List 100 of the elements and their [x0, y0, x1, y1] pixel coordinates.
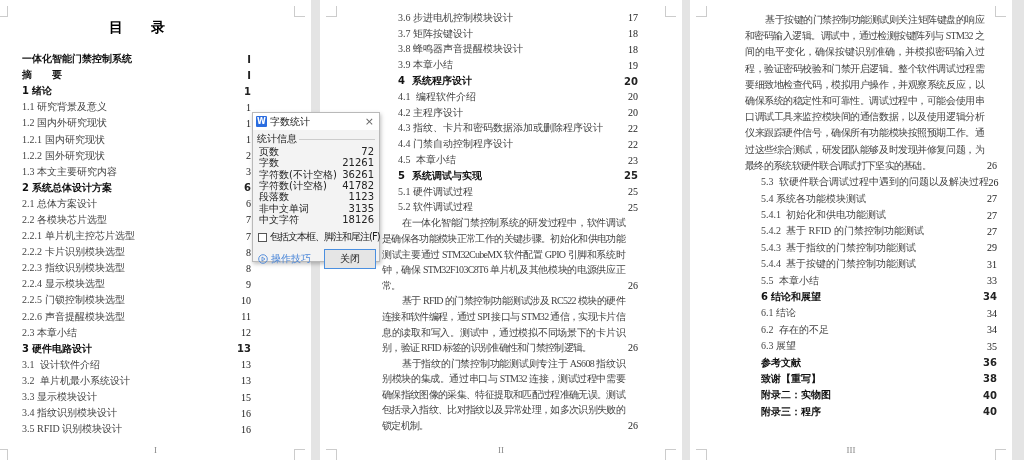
page-number: 1: [246, 101, 251, 113]
page-footer: III: [846, 445, 856, 455]
page-number: 22: [628, 138, 638, 150]
crop-mark: [696, 6, 707, 17]
toc-entry[interactable]: 2.2.3 指纹识别模块选型: [22, 261, 125, 276]
page-number: 16: [241, 407, 251, 419]
page-number: 11: [241, 311, 251, 323]
toc-entry[interactable]: 3.4 指纹识别模块设计: [22, 406, 117, 421]
toc-entry[interactable]: 2.2.4 显示模块选型: [22, 277, 105, 292]
toc-entry[interactable]: 3 硬件电路设计: [22, 341, 93, 356]
toc-entry[interactable]: 1.3 本文主要研究内容: [22, 164, 117, 179]
toc-entry[interactable]: 4.3 指纹、卡片和密码数据添加或删除程序设计: [398, 121, 603, 136]
toc-entry[interactable]: 2.2.1 单片机主控芯片选型: [22, 229, 135, 244]
toc-entry[interactable]: 3.3 显示模块设计: [22, 390, 97, 404]
page-number: 35: [987, 340, 997, 352]
toc-entry[interactable]: 3.1 设计软件介绍: [22, 357, 100, 372]
toc-entry[interactable]: 3.7 矩阵按键设计: [398, 26, 473, 41]
page-number: 20: [624, 75, 638, 87]
page-number: 34: [983, 291, 997, 303]
toc-entry[interactable]: 5 系统调试与实现: [398, 168, 482, 183]
toc-entry[interactable]: 一体化智能门禁控制系统: [22, 52, 132, 67]
toc-entry[interactable]: 5.5 本章小结: [761, 273, 819, 288]
page-number: I: [247, 69, 251, 81]
toc-entry[interactable]: 2.2.6 声音提醒模块选型: [22, 309, 125, 324]
toc-entry[interactable]: 2.1 总体方案设计: [22, 196, 97, 211]
crop-mark: [696, 449, 707, 460]
toc-entry[interactable]: 摘 要: [22, 68, 62, 83]
stat-label: 字符数(不计空格): [259, 168, 337, 180]
group-label: 统计信息: [257, 132, 297, 146]
stat-label: 页数: [259, 146, 279, 158]
toc-entry[interactable]: 4.2 主程序设计: [398, 105, 463, 120]
toc-entry[interactable]: 6.2 存在的不足: [761, 322, 829, 337]
toc-entry[interactable]: 1.1 研究背景及意义: [22, 100, 107, 115]
toc-entry[interactable]: 3.6 步进电机控制模块设计: [398, 10, 513, 25]
toc-entry[interactable]: 5.4 系统各功能模块测试: [761, 191, 866, 206]
toc-entry[interactable]: 4.4 门禁自动控制程序设计: [398, 137, 513, 152]
toc-entry[interactable]: 5.4.4 基于按键的门禁控制功能测试: [761, 257, 916, 272]
toc-entry[interactable]: 4.5 本章小结: [398, 153, 456, 168]
page-number: 25: [628, 201, 638, 213]
close-dialog-button[interactable]: 关闭: [324, 249, 376, 270]
toc-entry[interactable]: 6.1 结论: [761, 306, 796, 321]
page-number: 26: [987, 158, 997, 173]
page-number: 27: [987, 209, 997, 221]
toc-entry[interactable]: 5.2 软件调试过程: [398, 200, 473, 215]
toc-entry[interactable]: 2.2.5 门锁控制模块选型: [22, 293, 125, 308]
toc-entry[interactable]: 5.4.1 初始化和供电功能测试: [761, 208, 886, 222]
toc-entry[interactable]: 3.9 本章小结: [398, 58, 453, 73]
toc-entry[interactable]: 2 系统总体设计方案: [22, 180, 113, 195]
toc-entry[interactable]: 4 系统程序设计: [398, 74, 472, 89]
page-number: 6: [244, 182, 251, 194]
stat-value: 36261: [342, 168, 374, 180]
toc-entry[interactable]: 1.2.1 国内研究现状: [22, 132, 105, 147]
stat-value: 18126: [342, 213, 374, 225]
toc-entry[interactable]: 3.5 RFID 识别模块设计: [22, 422, 123, 437]
tips-link[interactable]: 操作技巧: [271, 252, 311, 267]
toc-entry[interactable]: 3.2 单片机最小系统设计: [22, 373, 130, 388]
stat-value: 21261: [342, 157, 374, 169]
page-number: 23: [628, 154, 638, 166]
checkbox-label: 包括文本框、脚注和尾注(F): [270, 230, 380, 245]
page-number: 10: [241, 294, 251, 306]
toc-entry[interactable]: 2.3 本章小结: [22, 325, 77, 340]
stat-label: 中文字符: [259, 213, 299, 225]
toc-entry[interactable]: 5.4.3 基于指纹的门禁控制功能测试: [761, 240, 916, 255]
page-number: 1: [246, 134, 251, 145]
page-number: 16: [241, 423, 251, 435]
toc-entry[interactable]: 6.3 展望: [761, 339, 796, 354]
toc-entry[interactable]: 2.2 各模块芯片选型: [22, 213, 107, 227]
page-number: 34: [987, 307, 997, 319]
page-number: 27: [987, 193, 997, 205]
page-footer: I: [154, 445, 157, 455]
page-number: 19: [628, 59, 638, 71]
checkbox[interactable]: [258, 232, 267, 242]
toc-entry[interactable]: 4.1 编程软件介绍: [398, 89, 476, 104]
toc-entry[interactable]: 致谢【重写】: [761, 371, 821, 386]
stat-label: 字符数(计空格): [259, 180, 327, 192]
toc-entry[interactable]: 5.4.2 基于 RFID 的门禁控制功能测试: [761, 224, 924, 239]
page-number: 7: [246, 230, 251, 242]
toc-entry[interactable]: 6 结论和展望: [761, 289, 822, 304]
page-number: 25: [624, 170, 638, 182]
stat-label: 段落数: [259, 191, 289, 203]
page-number: 20: [628, 107, 638, 119]
toc-entry[interactable]: 附录二：实物图: [761, 388, 831, 403]
toc-entry[interactable]: 参考文献: [761, 355, 801, 370]
toc-entry[interactable]: 附录三：程序: [761, 404, 821, 419]
toc-entry[interactable]: 3.8 蜂鸣器声音提醒模块设计: [398, 42, 523, 57]
toc-entry[interactable]: 1.2 国内外研究现状: [22, 116, 107, 131]
toc-entry[interactable]: 1.2.2 国外研究现状: [22, 148, 105, 163]
toc-entry[interactable]: 5.1 硬件调试过程: [398, 184, 473, 199]
toc-entry[interactable]: 1 绪论: [22, 84, 53, 99]
toc-entry[interactable]: 2.2.2 卡片识别模块选型: [22, 245, 125, 260]
page-number: 26: [988, 176, 999, 188]
body-paragraph: 在一体化智能门禁控制系统的研发过程中，软件调试是确保各功能模块正常工作的关键步骤。初始化和供电功能测试主要通过 STM32CubeMX 软件配置 GPIO 引脚和系统时钟，确保 STM32F103C8T6 单片机及其他模块的电源供应正常。: [382, 216, 625, 293]
page-number: 33: [987, 275, 997, 287]
crop-mark: [294, 6, 305, 17]
page-number: 18: [628, 44, 638, 55]
toc-entry[interactable]: 5.3 软硬件联合调试过程中遇到的问题以及解决过程: [761, 175, 989, 190]
page-number: 3: [246, 166, 251, 178]
close-button[interactable]: ×: [362, 115, 376, 128]
stat-label: 非中文单词: [259, 202, 309, 214]
body-paragraph: 基于按键的门禁控制功能测试则关注矩阵键盘的响应和密码输入逻辑。调试中，通过检测按键阵列与 STM32 之间的电平变化，确保按键识别准确，并模拟密码输入过程，验证密码校验和门禁开启逻辑。整个软件调试过程需要细致地检查代码，模拟用户操作，并观察系统反应，以确保系统的稳定性和可靠性。调试过程中，可能会使用串口调试工具来监控模块间的通信数据，以及使用逻辑分析仪来跟踪硬件信号，确保所有功能模块按照预期工作。通过这些综合测试，研发团队能够及时发现并修复问题，为最终的系统软硬件联合调试打下坚实的基础。: [745, 13, 984, 173]
